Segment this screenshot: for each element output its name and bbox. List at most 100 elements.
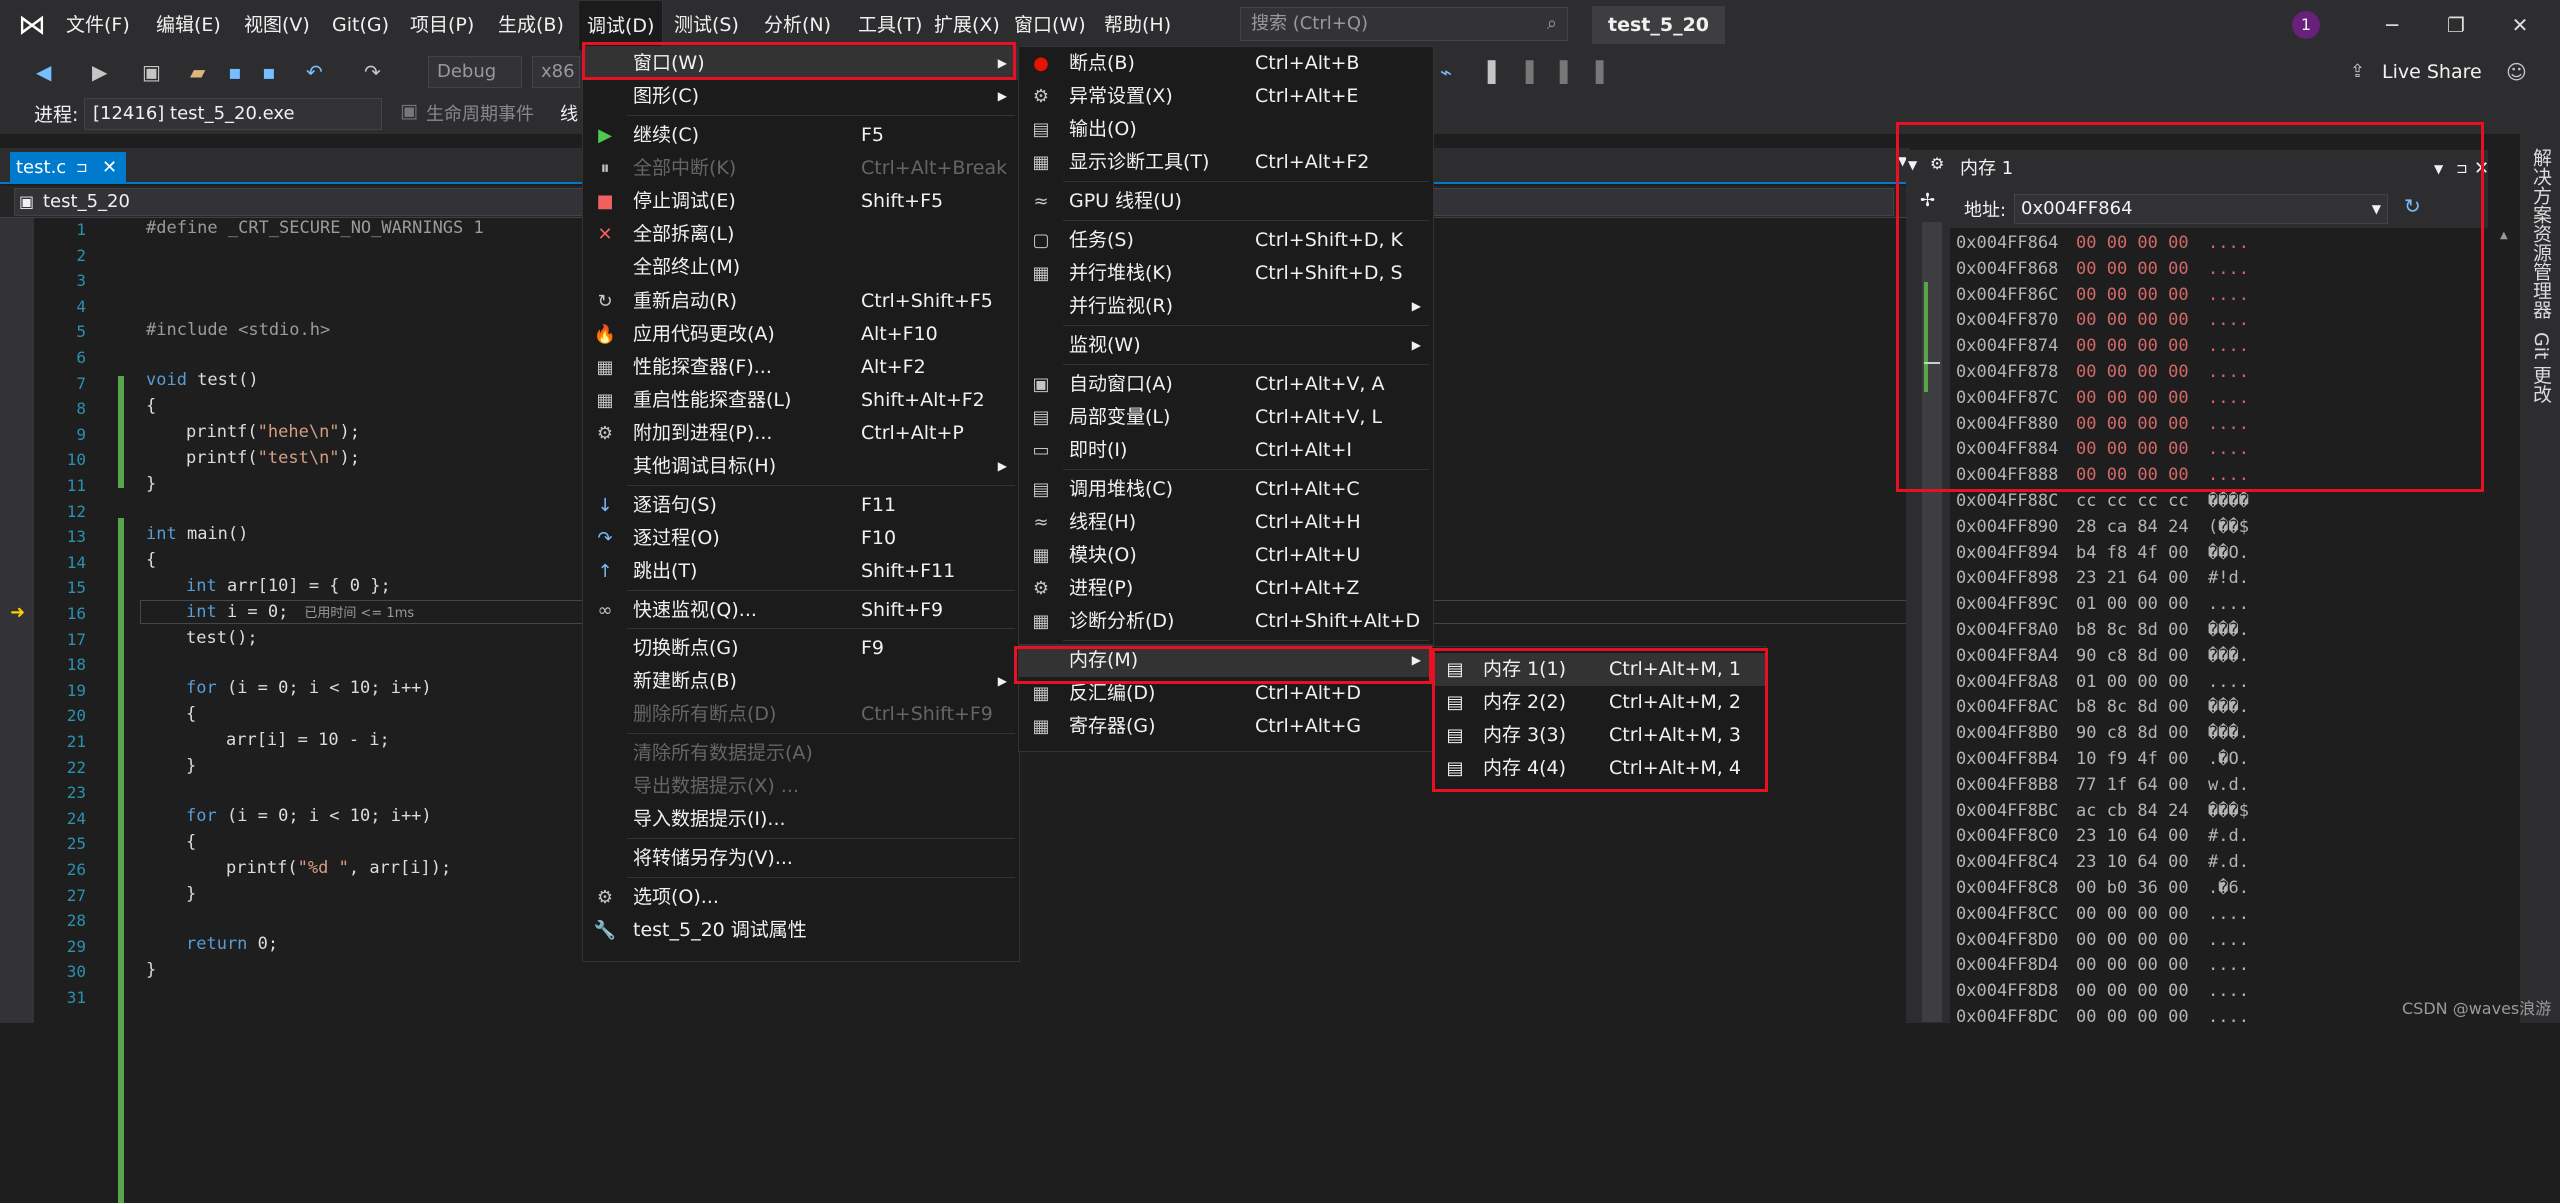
debug-menu-item-14[interactable]: ↷ 逐过程(O) F10 [583, 522, 1019, 555]
window-menu-item-11[interactable]: ▭ 即时(I) Ctrl+Alt+I [1019, 434, 1433, 467]
close-window-icon[interactable]: ✕ [2490, 0, 2550, 50]
debug-menu-item-6[interactable]: 全部终止(M) [583, 251, 1019, 284]
debug-menu-item-1[interactable]: 图形(C) ▶ [583, 80, 1019, 113]
bookmark-icon[interactable]: ▌ [1488, 50, 1503, 94]
window-menu-item-0[interactable]: ● 断点(B) Ctrl+Alt+B [1019, 47, 1433, 80]
tab-close-icon[interactable]: ✕ [102, 152, 117, 184]
live-share-button[interactable]: Live Share [2382, 50, 2482, 94]
window-menu-item-8[interactable]: 监视(W) ▶ [1019, 329, 1433, 362]
minimize-icon[interactable]: ─ [2362, 0, 2422, 50]
window-menu-item-5[interactable]: ▢ 任务(S) Ctrl+Shift+D, K [1019, 224, 1433, 257]
debug-menu-item-10[interactable]: ▦ 重启性能探查器(L) Shift+Alt+F2 [583, 384, 1019, 417]
bookmark-next-icon[interactable]: ▌ [1560, 50, 1575, 94]
debug-menu-item-13[interactable]: ↓ 逐语句(S) F11 [583, 489, 1019, 522]
indicator-margin[interactable]: ➜ [0, 218, 34, 1023]
config-combo[interactable]: Debug [428, 56, 522, 88]
window-menu-item-6[interactable]: ▦ 并行堆栈(K) Ctrl+Shift+D, S [1019, 257, 1433, 290]
debug-menu-item-23[interactable]: 将转储另存为(V)... [583, 842, 1019, 875]
debug-menu-item-25[interactable]: 🔧 test_5_20 调试属性 [583, 914, 1019, 947]
memory-row[interactable]: 0x004FF8B0 90 c8 8d 00 ���. [1956, 720, 2249, 746]
memory-row[interactable]: 0x004FF8DC 00 00 00 00.... [1956, 1004, 2249, 1030]
debug-menu-item-16[interactable]: ∞ 快速监视(Q)... Shift+F9 [583, 594, 1019, 627]
window-menu-item-15[interactable]: ⚙ 进程(P) Ctrl+Alt+Z [1019, 572, 1433, 605]
menu-3[interactable]: Git(G) [324, 0, 397, 50]
window-menu-item-10[interactable]: ▤ 局部变量(L) Ctrl+Alt+V, L [1019, 401, 1433, 434]
undo-icon[interactable]: ↶ [306, 50, 323, 94]
memory-row[interactable]: 0x004FF8B8 77 1f 64 00 w.d. [1956, 772, 2249, 798]
memory-row[interactable]: 0x004FF890 28 ca 84 24 (��$ [1956, 514, 2249, 540]
window-menu-item-4[interactable]: ≈ GPU 线程(U) [1019, 185, 1433, 218]
debug-menu-item-7[interactable]: ↻ 重新启动(R) Ctrl+Shift+F5 [583, 285, 1019, 318]
memory-row[interactable]: 0x004FF8B4 10 f9 4f 00 .�O. [1956, 746, 2249, 772]
menu-4[interactable]: 项目(P) [402, 0, 482, 50]
bookmark-folder-icon[interactable]: ▌ [1596, 50, 1611, 94]
memory-row[interactable]: 0x004FF8BC ac cb 84 24 ���$ [1956, 798, 2249, 824]
menu-2[interactable]: 视图(V) [236, 0, 318, 50]
scroll-up-icon[interactable]: ▲ [2500, 230, 2508, 241]
debug-menu-item-11[interactable]: ⚙ 附加到进程(P)... Ctrl+Alt+P [583, 417, 1019, 450]
window-menu-item-16[interactable]: ▦ 诊断分析(D) Ctrl+Shift+Alt+D [1019, 605, 1433, 638]
memory-row[interactable]: 0x004FF89C 01 00 00 00.... [1956, 591, 2249, 617]
window-menu-item-13[interactable]: ≈ 线程(H) Ctrl+Alt+H [1019, 506, 1433, 539]
live-share-icon[interactable]: ⇪ [2350, 50, 2365, 94]
bookmark-prev-icon[interactable]: ▌ [1526, 50, 1541, 94]
debug-menu-item-24[interactable]: ⚙ 选项(O)... [583, 881, 1019, 914]
window-menu-item-9[interactable]: ▣ 自动窗口(A) Ctrl+Alt+V, A [1019, 368, 1433, 401]
debug-menu-item-4[interactable]: ■ 停止调试(E) Shift+F5 [583, 185, 1019, 218]
debug-menu-item-15[interactable]: ↑ 跳出(T) Shift+F11 [583, 555, 1019, 588]
debug-menu-item-19[interactable]: 删除所有断点(D) Ctrl+Shift+F9 [583, 698, 1019, 731]
memory-row[interactable]: 0x004FF8A0 b8 8c 8d 00 ���. [1956, 617, 2249, 643]
debug-menu-item-5[interactable]: ✕ 全部拆离(L) [583, 218, 1019, 251]
memory-row[interactable]: 0x004FF8A8 01 00 00 00.... [1956, 669, 2249, 695]
memory-row[interactable]: 0x004FF894 b4 f8 4f 00 ��O. [1956, 540, 2249, 566]
menu-1[interactable]: 编辑(E) [148, 0, 229, 50]
tab-test-c[interactable]: test.c ⊐ ✕ [10, 152, 126, 184]
solution-explorer-tab[interactable]: 解决方案资源管理器 [2528, 148, 2555, 319]
feedback-icon[interactable]: ☺ [2506, 50, 2527, 94]
pin-icon[interactable]: ⊐ [76, 152, 88, 184]
window-menu-item-14[interactable]: ▦ 模块(O) Ctrl+Alt+U [1019, 539, 1433, 572]
debug-menu-item-17[interactable]: 切换断点(G) F9 [583, 632, 1019, 665]
window-menu-item-12[interactable]: ▤ 调用堆栈(C) Ctrl+Alt+C [1019, 473, 1433, 506]
window-menu-item-1[interactable]: ⚙ 异常设置(X) Ctrl+Alt+E [1019, 80, 1433, 113]
memory-row[interactable]: 0x004FF8C8 00 b0 36 00 .�6. [1956, 875, 2249, 901]
debug-menu-item-12[interactable]: 其他调试目标(H) ▶ [583, 450, 1019, 483]
debug-menu-item-22[interactable]: 导入数据提示(I)... [583, 803, 1019, 836]
open-folder-icon[interactable]: ▰ [190, 50, 205, 94]
memory-row[interactable]: 0x004FF8CC 00 00 00 00.... [1956, 901, 2249, 927]
platform-combo[interactable]: x86 [532, 56, 580, 88]
back-icon[interactable]: ◀ [36, 50, 51, 94]
memory-row[interactable]: 0x004FF8D4 00 00 00 00.... [1956, 952, 2249, 978]
debug-menu-item-21[interactable]: 导出数据提示(X) ... [583, 770, 1019, 803]
vs-logo-icon[interactable]: ⋈ [14, 8, 50, 42]
window-menu-item-19[interactable]: ▦ 寄存器(G) Ctrl+Alt+G [1019, 710, 1433, 743]
toolbar-icon-a[interactable]: ⌁ [1440, 50, 1452, 94]
new-project-icon[interactable]: ▣ [142, 50, 161, 94]
notification-badge[interactable]: 1 [2292, 11, 2320, 39]
window-menu-item-7[interactable]: 并行监视(R) ▶ [1019, 290, 1433, 323]
debug-menu-item-2[interactable]: ▶ 继续(C) F5 [583, 119, 1019, 152]
debug-menu-item-18[interactable]: 新建断点(B) ▶ [583, 665, 1019, 698]
menu-11[interactable]: 窗口(W) [1006, 0, 1094, 50]
debug-menu-item-20[interactable]: 清除所有数据提示(A) [583, 737, 1019, 770]
forward-icon[interactable]: ▶ [92, 50, 107, 94]
debug-menu-item-3[interactable]: ⏸ 全部中断(K) Ctrl+Alt+Break [583, 152, 1019, 185]
menu-5[interactable]: 生成(B) [490, 0, 572, 50]
window-menu-item-2[interactable]: ▤ 输出(O) [1019, 113, 1433, 146]
restore-icon[interactable]: ❐ [2426, 0, 2486, 50]
lifecycle-events-button[interactable]: 生命周期事件 [426, 100, 534, 126]
memory-row[interactable]: 0x004FF8D0 00 00 00 00.... [1956, 927, 2249, 953]
menu-0[interactable]: 文件(F) [58, 0, 138, 50]
process-combo[interactable]: [12416] test_5_20.exe [84, 98, 382, 130]
memory-row[interactable]: 0x004FF8A4 90 c8 8d 00 ���. [1956, 643, 2249, 669]
debug-menu-item-9[interactable]: ▦ 性能探查器(F)... Alt+F2 [583, 351, 1019, 384]
save-icon[interactable]: ▪ [228, 50, 242, 94]
save-all-icon[interactable]: ▪ [262, 50, 276, 94]
memory-row[interactable]: 0x004FF898 23 21 64 00 #!d. [1956, 565, 2249, 591]
memory-row[interactable]: 0x004FF8C4 23 10 64 00 #.d. [1956, 849, 2249, 875]
redo-icon[interactable]: ↷ [364, 50, 381, 94]
debug-menu-item-8[interactable]: 🔥 应用代码更改(A) Alt+F10 [583, 318, 1019, 351]
memory-row[interactable]: 0x004FF8AC b8 8c 8d 00 ���. [1956, 694, 2249, 720]
memory-row[interactable]: 0x004FF8C0 23 10 64 00 #.d. [1956, 823, 2249, 849]
memory-row[interactable]: 0x004FF8D8 00 00 00 00.... [1956, 978, 2249, 1004]
